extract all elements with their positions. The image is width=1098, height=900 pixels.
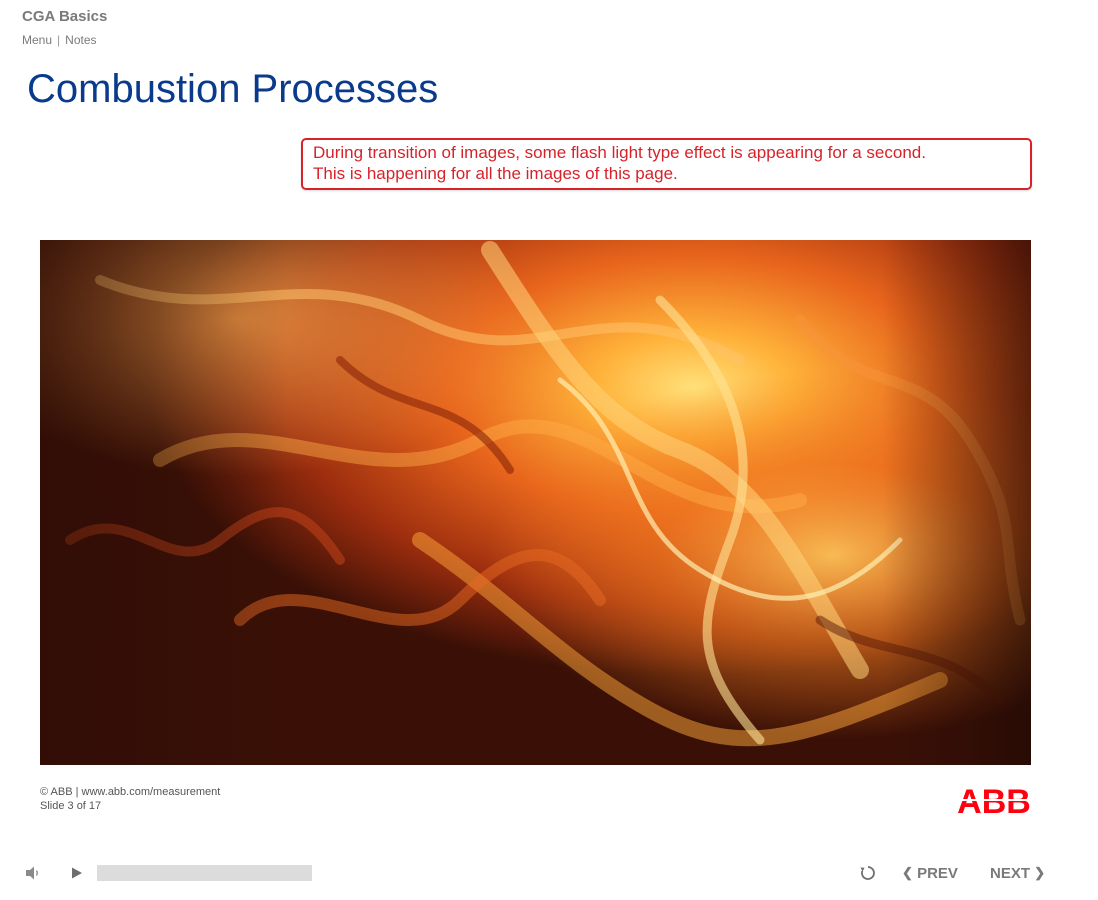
next-label: NEXT: [990, 865, 1031, 882]
chevron-left-icon: ❮: [902, 865, 913, 880]
app-nav: Menu | Notes: [22, 33, 107, 47]
menu-link[interactable]: Menu: [22, 33, 52, 47]
annotation-line-1: During transition of images, some flash …: [313, 143, 926, 162]
chevron-right-icon: ❯: [1034, 865, 1046, 880]
app-header: CGA Basics Menu | Notes: [22, 8, 107, 47]
app-title: CGA Basics: [22, 8, 108, 25]
volume-icon[interactable]: [23, 863, 43, 883]
play-icon[interactable]: [67, 863, 87, 883]
progress-bar[interactable]: [97, 865, 312, 881]
next-button[interactable]: NEXT ❯: [990, 863, 1045, 884]
copyright-text: © ABB | www.abb.com/measurement: [40, 786, 221, 798]
annotation-line-2: This is happening for all the images of …: [313, 164, 678, 183]
annotation-callout: During transition of images, some flash …: [301, 138, 1032, 190]
notes-link[interactable]: Notes: [65, 33, 96, 47]
abb-logo: ABB: [955, 786, 1033, 816]
flame-graphic: [40, 240, 1031, 765]
prev-button[interactable]: ❮ PREV: [902, 863, 958, 884]
slide-title: Combustion Processes: [27, 67, 439, 111]
player-controls: ❮ PREV NEXT ❯: [0, 856, 1098, 890]
slide-footer: © ABB | www.abb.com/measurement Slide 3 …: [40, 785, 220, 813]
flame-image: [40, 240, 1031, 765]
nav-separator: |: [57, 33, 61, 47]
slide-counter: Slide 3 of 17: [40, 800, 102, 812]
replay-icon[interactable]: [858, 863, 878, 883]
prev-label: PREV: [917, 865, 958, 882]
